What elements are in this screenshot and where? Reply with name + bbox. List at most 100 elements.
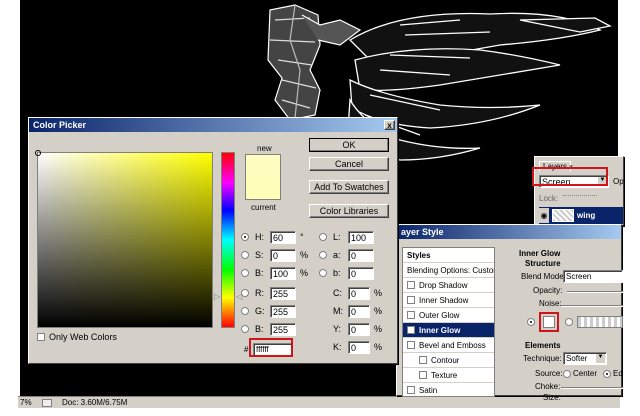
lab-input-1[interactable]: 0 [348, 249, 374, 262]
layer-name[interactable]: wing [577, 211, 595, 220]
color-libraries-button[interactable]: Color Libraries [309, 204, 389, 218]
blend-mode-select[interactable]: Screen [563, 270, 623, 283]
style-item-contour[interactable]: Contour [403, 353, 494, 368]
style-item-bevel-and-emboss[interactable]: Bevel and Emboss [403, 338, 494, 353]
style-item-satin[interactable]: Satin [403, 383, 494, 396]
inner-glow-title: Inner Glow [519, 249, 561, 258]
lab-radio-2[interactable] [319, 269, 327, 277]
source-center-radio[interactable] [563, 370, 571, 378]
cmyk-label-3: K: [333, 342, 342, 352]
rgb-input-0[interactable]: 255 [270, 287, 296, 300]
noise-label: Noise: [539, 299, 562, 308]
current-color-swatch[interactable] [245, 177, 281, 200]
close-button[interactable]: x [384, 120, 395, 130]
opacity-label: Opacity: [533, 286, 563, 295]
style-item-texture[interactable]: Texture [403, 368, 494, 383]
cmyk-unit-1: % [374, 306, 383, 316]
size-label: Size: [543, 393, 561, 402]
rgb-radio-0[interactable] [241, 289, 249, 297]
style-item-checkbox[interactable] [419, 371, 427, 379]
add-to-swatches-button[interactable]: Add To Swatches [309, 180, 389, 194]
only-web-colors-checkbox[interactable] [37, 333, 45, 341]
cmyk-label-1: M: [333, 306, 343, 316]
hsb-unit-0: ° [300, 232, 304, 242]
color-field-picker-circle[interactable] [35, 150, 41, 156]
hsb-input-1[interactable]: 0 [270, 249, 296, 262]
figure-artwork [267, 4, 362, 121]
style-item-drop-shadow[interactable]: Drop Shadow [403, 278, 494, 293]
cmyk-value-1: 0 [351, 306, 357, 317]
opacity-slider[interactable] [567, 291, 623, 293]
highlight-blend-mode [532, 167, 608, 186]
color-picker-titlebar[interactable]: Color Picker x [29, 118, 397, 132]
lab-input-2[interactable]: 0 [348, 267, 374, 280]
rgb-value-0: 255 [273, 288, 289, 299]
lab-input-0[interactable]: 100 [348, 231, 374, 244]
technique-select[interactable]: Softer ▼ [563, 352, 607, 365]
style-item-checkbox[interactable] [407, 311, 415, 319]
source-edge-radio[interactable] [603, 370, 611, 378]
lock-icons[interactable] [563, 195, 597, 202]
style-item-checkbox[interactable] [407, 281, 415, 289]
new-color-swatch [245, 154, 281, 177]
photoshop-workspace: 7% Doc: 3.60M/6.75M Layers × Screen ▼ Op … [0, 0, 640, 416]
layer-row-wing[interactable]: ◉ wing [539, 207, 623, 224]
hue-slider[interactable] [221, 152, 235, 328]
noise-slider[interactable] [561, 305, 623, 307]
style-item-checkbox[interactable] [419, 356, 427, 364]
lab-label-1: a: [333, 250, 341, 260]
style-item-checkbox[interactable] [407, 386, 415, 394]
lab-radio-1[interactable] [319, 251, 327, 259]
layer-style-dialog: ayer Style Styles Blending Options: Cust… [396, 224, 623, 402]
cmyk-value-0: 0 [351, 288, 357, 299]
lab-value-2: 0 [351, 268, 357, 279]
lab-value-0: 100 [351, 232, 367, 243]
hsb-radio-0[interactable] [241, 233, 249, 241]
solid-color-radio[interactable] [527, 318, 535, 326]
lab-radio-0[interactable] [319, 233, 327, 241]
eye-icon[interactable]: ◉ [539, 208, 549, 223]
hsb-label-2: B: [255, 268, 264, 278]
style-item-inner-shadow[interactable]: Inner Shadow [403, 293, 494, 308]
rgb-radio-1[interactable] [241, 307, 249, 315]
hsb-input-2[interactable]: 100 [270, 267, 296, 280]
close-icon: x [387, 120, 392, 130]
hue-slider-left-arrow[interactable]: ▷ [214, 292, 220, 301]
rgb-input-1[interactable]: 255 [270, 305, 296, 318]
hsb-input-0[interactable]: 60 [270, 231, 296, 244]
source-edge-label: Ed [613, 369, 623, 378]
hsb-radio-2[interactable] [241, 269, 249, 277]
style-item-inner-glow[interactable]: ✓ Inner Glow [403, 323, 494, 338]
cmyk-unit-3: % [374, 342, 383, 352]
style-item-outer-glow[interactable]: Outer Glow [403, 308, 494, 323]
cmyk-input-0[interactable]: 0 [348, 287, 370, 300]
lab-label-0: L: [333, 232, 341, 242]
styles-header[interactable]: Styles [403, 248, 494, 263]
hsb-radio-1[interactable] [241, 251, 249, 259]
style-item-checkbox[interactable] [407, 296, 415, 304]
color-field[interactable] [35, 150, 213, 328]
zoom-level[interactable]: 7% [18, 398, 38, 407]
technique-label: Technique: [523, 354, 562, 363]
cmyk-input-1[interactable]: 0 [348, 305, 370, 318]
layer-thumbnail [552, 209, 574, 222]
layer-style-titlebar[interactable]: ayer Style [397, 225, 621, 239]
blending-options-item[interactable]: Blending Options: Custom [403, 263, 494, 278]
status-info-icon[interactable] [42, 398, 52, 407]
cmyk-label-2: Y: [333, 324, 342, 334]
lock-label: Lock: [539, 194, 559, 203]
cmyk-input-3[interactable]: 0 [348, 341, 370, 354]
style-item-checkbox[interactable] [407, 341, 415, 349]
style-item-checkbox[interactable]: ✓ [407, 326, 415, 334]
rgb-input-2[interactable]: 255 [270, 323, 296, 336]
source-label: Source: [535, 369, 563, 378]
rgb-radio-2[interactable] [241, 325, 249, 333]
cmyk-value-3: 0 [351, 342, 357, 353]
cmyk-input-2[interactable]: 0 [348, 323, 370, 336]
choke-slider[interactable] [561, 387, 623, 389]
gradient-swatch[interactable] [577, 316, 623, 328]
new-label: new [257, 144, 272, 153]
ok-button[interactable]: OK [309, 138, 389, 152]
gradient-radio[interactable] [565, 318, 573, 326]
cancel-button[interactable]: Cancel [309, 157, 389, 171]
